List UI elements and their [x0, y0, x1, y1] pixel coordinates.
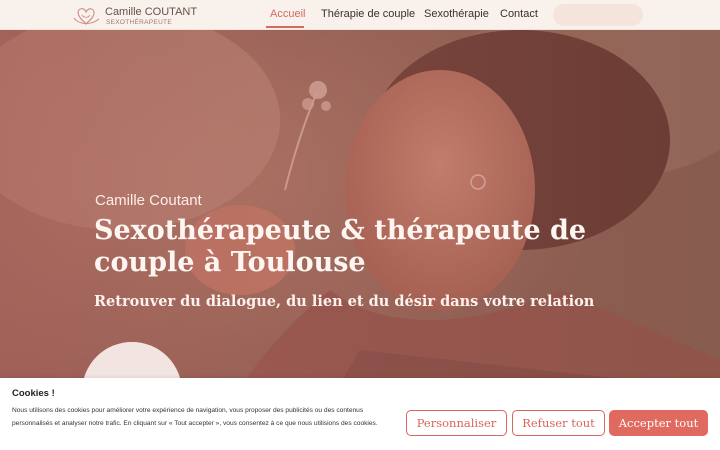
nav-item-accueil[interactable]: Accueil [270, 8, 305, 20]
nav-item-therapie-de-couple[interactable]: Thérapie de couple [321, 8, 415, 20]
nav-item-sexotherapie[interactable]: Sexothérapie [424, 8, 489, 20]
accept-all-button[interactable]: Accepter tout [609, 410, 708, 436]
nav-item-contact[interactable]: Contact [500, 8, 538, 20]
refuse-all-button[interactable]: Refuser tout [512, 410, 605, 436]
hero-subtitle: Retrouver du dialogue, du lien et du dés… [94, 293, 595, 310]
site-header: Camille COUTANT SEXOTHÉRAPEUTE Accueil T… [0, 0, 720, 30]
cookie-banner: Cookies ! Nous utilisons des cookies pou… [0, 378, 720, 450]
hero-title: Sexothérapeute & thérapeute de couple à … [94, 215, 587, 278]
header-cta-button[interactable] [553, 4, 643, 26]
cookie-text: Nous utilisons des cookies pour améliore… [12, 407, 378, 427]
hero-kicker: Camille Coutant [95, 192, 202, 209]
customize-button[interactable]: Personnaliser [406, 410, 507, 436]
cookie-title: Cookies ! [12, 388, 55, 399]
active-nav-indicator [266, 26, 304, 28]
